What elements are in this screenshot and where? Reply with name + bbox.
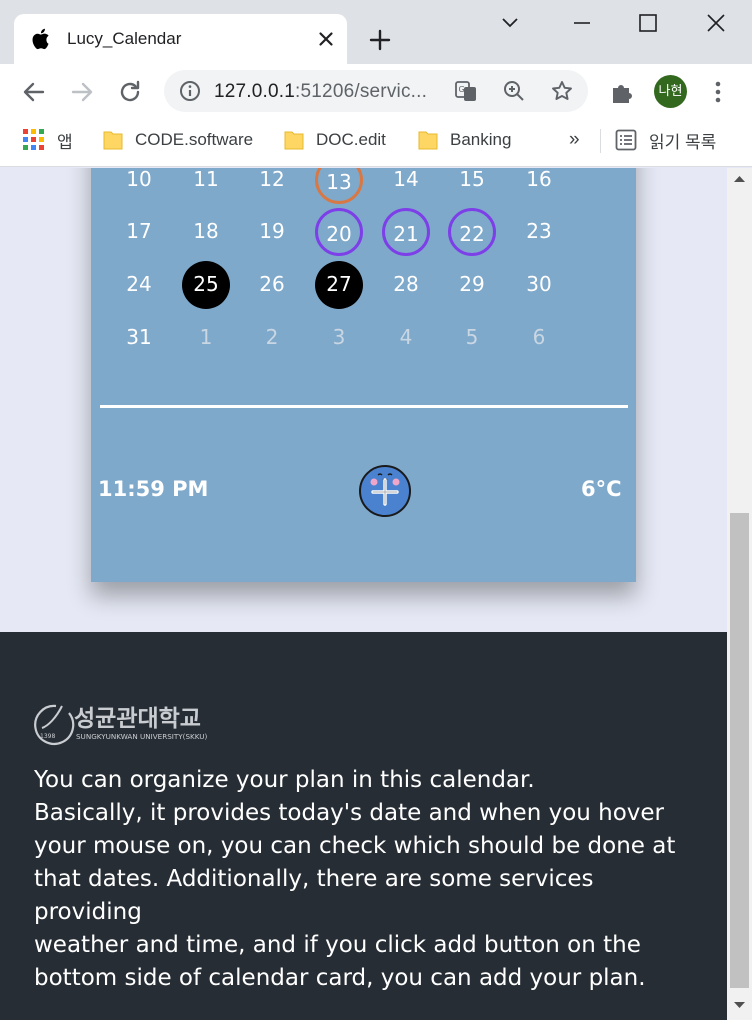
- calendar-day-faded[interactable]: 3: [315, 314, 363, 362]
- bookmark-label: 앱: [57, 132, 73, 152]
- bookmark-doc-edit[interactable]: DOC.edit: [284, 119, 386, 161]
- calendar-day[interactable]: 30: [515, 261, 563, 309]
- extensions-icon[interactable]: [608, 78, 636, 106]
- logo-year: 1398: [40, 733, 55, 740]
- calendar-day[interactable]: 24: [115, 261, 163, 309]
- calendar-day[interactable]: 29: [448, 261, 496, 309]
- description: You can organize your plan in this calen…: [34, 764, 704, 995]
- logo-text: 성균관대학교: [74, 706, 201, 732]
- chevron-down-icon[interactable]: [495, 8, 525, 38]
- logo-subtext: SUNGKYUNKWAN UNIVERSITY(SKKU): [76, 732, 208, 741]
- window-close-icon[interactable]: [701, 8, 731, 38]
- calendar-day-week[interactable]: 20: [315, 208, 363, 256]
- calendar-day-faded[interactable]: 2: [248, 314, 296, 362]
- calendar-day-event[interactable]: 27: [315, 261, 363, 309]
- bookmark-label: CODE.software: [135, 130, 254, 149]
- zoom-icon[interactable]: [502, 79, 526, 103]
- svg-text:G: G: [459, 85, 465, 94]
- maximize-icon[interactable]: [633, 8, 663, 38]
- scroll-down-arrow-icon[interactable]: [733, 1000, 746, 1010]
- folder-icon: [418, 131, 438, 150]
- close-icon[interactable]: [314, 27, 338, 51]
- calendar-day-faded[interactable]: 6: [515, 314, 563, 362]
- calendar-day-week[interactable]: 21: [382, 208, 430, 256]
- profile-avatar[interactable]: 나현: [654, 75, 687, 108]
- calendar-day[interactable]: 26: [248, 261, 296, 309]
- calendar-day-week[interactable]: 22: [448, 208, 496, 256]
- calendar-day[interactable]: 31: [115, 314, 163, 362]
- calendar-day[interactable]: 10: [115, 168, 163, 204]
- tab-title: Lucy_Calendar: [67, 29, 182, 48]
- calendar-day[interactable]: 14: [382, 168, 430, 204]
- browser-tab[interactable]: Lucy_Calendar: [14, 14, 347, 64]
- folder-icon: [284, 131, 304, 150]
- back-arrow-icon[interactable]: [20, 78, 48, 106]
- temperature: 6°C: [581, 477, 622, 501]
- calendar-card: 10 11 12 13 14 15 16 17 18 19 20 21 22 23 24 25 26 27 28 29…: [91, 168, 636, 582]
- scroll-thumb[interactable]: [730, 513, 749, 988]
- calendar-day[interactable]: 28: [382, 261, 430, 309]
- description-line: your mouse on, you can check which shoul…: [34, 833, 676, 859]
- tab-strip: Lucy_Calendar: [0, 0, 752, 64]
- translate-icon[interactable]: G: [454, 79, 478, 103]
- apps-grid-icon: [23, 129, 44, 150]
- calendar-day-event[interactable]: 25: [182, 261, 230, 309]
- apple-icon: [32, 28, 49, 50]
- current-time: 11:59 PM: [98, 477, 209, 501]
- description-line: Basically, it provides today's date and …: [34, 800, 665, 826]
- bookmarks-overflow[interactable]: »: [569, 119, 580, 161]
- calendar-day-faded[interactable]: 4: [382, 314, 430, 362]
- calendar-day[interactable]: 18: [182, 208, 230, 256]
- bookmark-code-software[interactable]: CODE.software: [103, 119, 253, 161]
- calendar-day[interactable]: 19: [248, 208, 296, 256]
- reload-icon[interactable]: [116, 78, 144, 106]
- calendar-day[interactable]: 15: [448, 168, 496, 204]
- calendar-day[interactable]: 17: [115, 208, 163, 256]
- bookmark-label: Banking: [450, 130, 512, 149]
- calendar-day[interactable]: 16: [515, 168, 563, 204]
- add-plan-button[interactable]: [358, 464, 412, 518]
- minimize-icon[interactable]: [567, 8, 597, 38]
- page-footer: 1398 성균관대학교 SUNGKYUNKWAN UNIVERSITY(SKKU…: [0, 632, 727, 1020]
- page-viewport: 10 11 12 13 14 15 16 17 18 19 20 21 22 23 24 25 26 27 28 29…: [0, 168, 727, 1020]
- calendar-day[interactable]: 23: [515, 208, 563, 256]
- info-icon[interactable]: [178, 79, 202, 103]
- address-bar[interactable]: 127.0.0.1:51206/servic... G: [164, 70, 588, 112]
- description-line: bottom side of calendar card, you can ad…: [34, 965, 646, 991]
- calendar-day[interactable]: 12: [248, 168, 296, 204]
- plus-icon[interactable]: [366, 26, 394, 54]
- reading-list-icon: [615, 129, 637, 151]
- reading-list[interactable]: 읽기 목록: [615, 119, 716, 161]
- calendar-day[interactable]: 11: [182, 168, 230, 204]
- browser-toolbar: 127.0.0.1:51206/servic... G 나현: [0, 64, 752, 119]
- calendar-day-faded[interactable]: 5: [448, 314, 496, 362]
- more-menu-icon[interactable]: [704, 78, 732, 106]
- bookmarks-separator: [600, 129, 601, 153]
- bookmark-apps[interactable]: 앱: [23, 119, 73, 161]
- scroll-up-arrow-icon[interactable]: [733, 174, 746, 184]
- bookmark-banking[interactable]: Banking: [418, 119, 511, 161]
- description-line: You can organize your plan in this calen…: [34, 767, 535, 793]
- calendar-day-faded[interactable]: 1: [182, 314, 230, 362]
- star-icon[interactable]: [550, 79, 574, 103]
- forward-arrow-icon[interactable]: [68, 78, 96, 106]
- university-logo: 1398 성균관대학교 SUNGKYUNKWAN UNIVERSITY(SKKU…: [34, 704, 208, 746]
- description-line: weather and time, and if you click add b…: [34, 932, 641, 958]
- card-divider: [100, 405, 628, 408]
- bookmarks-bar: 앱 CODE.software DOC.edit Banking » 읽기 목록: [0, 119, 752, 167]
- reading-list-label: 읽기 목록: [649, 132, 717, 152]
- calendar-day-today[interactable]: 13: [315, 168, 363, 204]
- url-text[interactable]: 127.0.0.1:51206/servic...: [214, 81, 427, 103]
- folder-icon: [103, 131, 123, 150]
- vertical-scrollbar[interactable]: [727, 168, 752, 1020]
- bookmark-label: DOC.edit: [316, 130, 386, 149]
- description-line: that dates. Additionally, there are some…: [34, 866, 594, 925]
